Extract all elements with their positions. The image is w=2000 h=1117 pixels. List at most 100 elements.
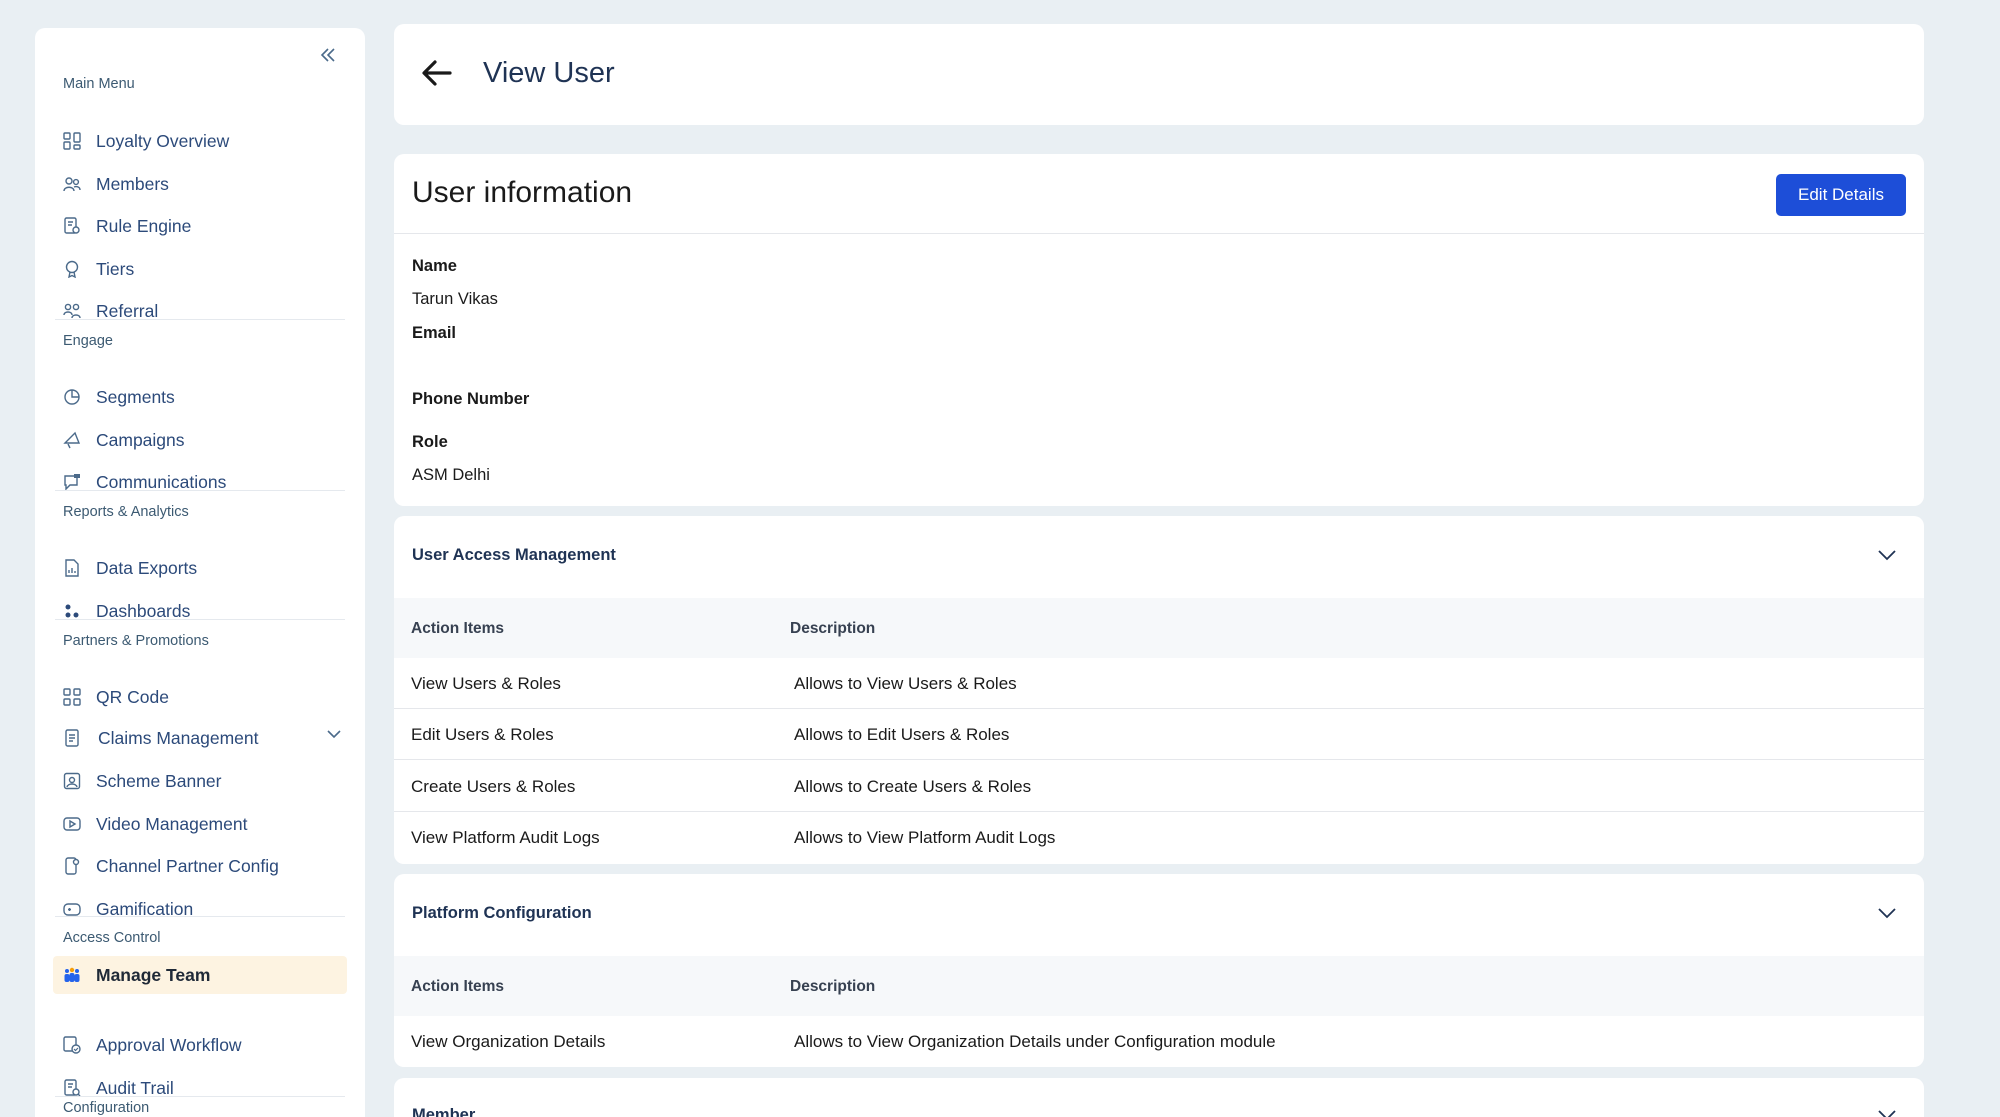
user-access-management-title[interactable]: User Access Management — [412, 546, 616, 565]
sidebar-item-loyalty-overview[interactable]: Loyalty Overview — [53, 122, 347, 160]
sidebar-item-segments[interactable]: Segments — [53, 378, 347, 416]
sidebar-item-label: Segments — [96, 386, 175, 407]
qr-code-icon — [63, 688, 81, 706]
sidebar-item-campaigns[interactable]: Campaigns — [53, 421, 347, 459]
sidebar-item-referral[interactable]: Referral — [53, 292, 347, 330]
column-header-action-items: Action Items — [411, 620, 505, 637]
member-card: Member — [394, 1078, 1924, 1117]
collapse-sidebar-icon[interactable] — [313, 40, 343, 70]
megaphone-icon — [63, 431, 81, 449]
back-arrow-icon[interactable] — [420, 56, 454, 90]
platform-configuration-title[interactable]: Platform Configuration — [412, 904, 592, 923]
sidebar-item-label: Manage Team — [96, 964, 211, 985]
sidebar-item-label: Campaigns — [96, 429, 185, 450]
sidebar-item-label: Video Management — [96, 813, 248, 834]
member-title[interactable]: Member — [412, 1106, 475, 1117]
sidebar-item-label: Scheme Banner — [96, 770, 222, 791]
sidebar-item-label: Members — [96, 173, 169, 194]
sidebar-item-label: Tiers — [96, 258, 135, 279]
team-icon — [63, 966, 81, 984]
clipboard-icon — [63, 729, 81, 747]
trophy-icon — [63, 260, 81, 278]
description-cell: Allows to Create Users & Roles — [794, 777, 1032, 796]
approval-icon — [63, 1036, 81, 1054]
sidebar-item-channel-partner-config[interactable]: Channel Partner Config — [53, 847, 347, 885]
table-header: Action Items Description — [394, 598, 1924, 658]
grid-icon — [63, 132, 81, 150]
divider — [55, 319, 345, 320]
section-engage: Engage — [63, 333, 113, 349]
referral-icon — [63, 302, 81, 320]
action-item-cell: View Platform Audit Logs — [411, 828, 600, 847]
section-access-control: Access Control — [63, 930, 161, 946]
divider — [55, 619, 345, 620]
chevron-down-icon[interactable] — [1878, 1110, 1896, 1117]
divider — [394, 233, 1924, 234]
column-header-description: Description — [790, 978, 876, 995]
edit-details-button[interactable]: Edit Details — [1776, 174, 1906, 216]
sidebar-item-label: Rule Engine — [96, 215, 192, 236]
table-header: Action Items Description — [394, 956, 1924, 1016]
action-item-cell: Create Users & Roles — [411, 777, 576, 796]
column-header-action-items: Action Items — [411, 978, 505, 995]
section-partners: Partners & Promotions — [63, 633, 209, 649]
sidebar-item-manage-team[interactable]: Manage Team — [53, 956, 347, 994]
user-information-card: User information Edit Details Name Tarun… — [394, 154, 1924, 506]
sidebar: Main Menu Loyalty Overview Members Rule … — [35, 28, 365, 1117]
chevron-down-icon[interactable] — [327, 730, 341, 739]
phone-label: Phone Number — [412, 390, 530, 408]
video-icon — [63, 815, 81, 833]
action-item-cell: View Users & Roles — [411, 674, 561, 693]
sidebar-item-dashboards[interactable]: Dashboards — [53, 592, 347, 630]
platform-configuration-card: Platform Configuration Action Items Desc… — [394, 874, 1924, 1067]
page-header: View User — [394, 24, 1924, 125]
table-row: View Platform Audit Logs Allows to View … — [394, 812, 1924, 863]
audit-icon — [63, 1079, 81, 1097]
document-gear-icon — [63, 217, 81, 235]
description-cell: Allows to View Platform Audit Logs — [794, 828, 1056, 847]
sidebar-item-scheme-banner[interactable]: Scheme Banner — [53, 762, 347, 800]
sidebar-item-rule-engine[interactable]: Rule Engine — [53, 207, 347, 245]
sidebar-item-approval-workflow[interactable]: Approval Workflow — [53, 1026, 347, 1064]
description-cell: Allows to View Organization Details unde… — [794, 1032, 1276, 1051]
users-icon — [63, 175, 81, 193]
sidebar-item-members[interactable]: Members — [53, 165, 347, 203]
sidebar-item-label: Loyalty Overview — [96, 130, 230, 151]
chevron-down-icon[interactable] — [1878, 908, 1896, 919]
name-label: Name — [412, 257, 457, 275]
divider — [55, 1096, 345, 1097]
phone-settings-icon — [63, 857, 81, 875]
chevron-down-icon[interactable] — [1878, 550, 1896, 561]
sidebar-item-communications[interactable]: Communications — [53, 463, 347, 501]
column-header-description: Description — [790, 620, 876, 637]
sidebar-item-tiers[interactable]: Tiers — [53, 250, 347, 288]
sidebar-item-label: Claims Management — [98, 727, 259, 748]
chat-icon — [63, 473, 81, 491]
sidebar-item-claims-management[interactable]: Claims Management — [53, 719, 347, 757]
section-reports: Reports & Analytics — [63, 504, 189, 520]
sidebar-item-data-exports[interactable]: Data Exports — [53, 549, 347, 587]
image-icon — [63, 772, 81, 790]
sidebar-item-qr-code[interactable]: QR Code — [53, 678, 347, 716]
action-item-cell: View Organization Details — [411, 1032, 606, 1051]
role-label: Role — [412, 433, 448, 451]
sidebar-item-label: Data Exports — [96, 557, 198, 578]
description-cell: Allows to View Users & Roles — [794, 674, 1017, 693]
divider — [55, 916, 345, 917]
table-row: Create Users & Roles Allows to Create Us… — [394, 761, 1924, 812]
user-access-management-card: User Access Management Action Items Desc… — [394, 516, 1924, 864]
dashboard-dots-icon — [63, 602, 81, 620]
table-row: Edit Users & Roles Allows to Edit Users … — [394, 709, 1924, 760]
sidebar-item-label: QR Code — [96, 686, 169, 707]
email-label: Email — [412, 324, 457, 342]
file-chart-icon — [63, 559, 81, 577]
name-value: Tarun Vikas — [412, 290, 498, 308]
section-configuration: Configuration — [63, 1100, 150, 1116]
page-title: View User — [483, 57, 615, 89]
sidebar-item-gamification[interactable]: Gamification — [53, 890, 347, 928]
action-item-cell: Edit Users & Roles — [411, 725, 554, 744]
section-main-menu: Main Menu — [63, 76, 135, 92]
pie-chart-icon — [63, 388, 81, 406]
user-information-title: User information — [412, 176, 633, 209]
sidebar-item-video-management[interactable]: Video Management — [53, 805, 347, 843]
